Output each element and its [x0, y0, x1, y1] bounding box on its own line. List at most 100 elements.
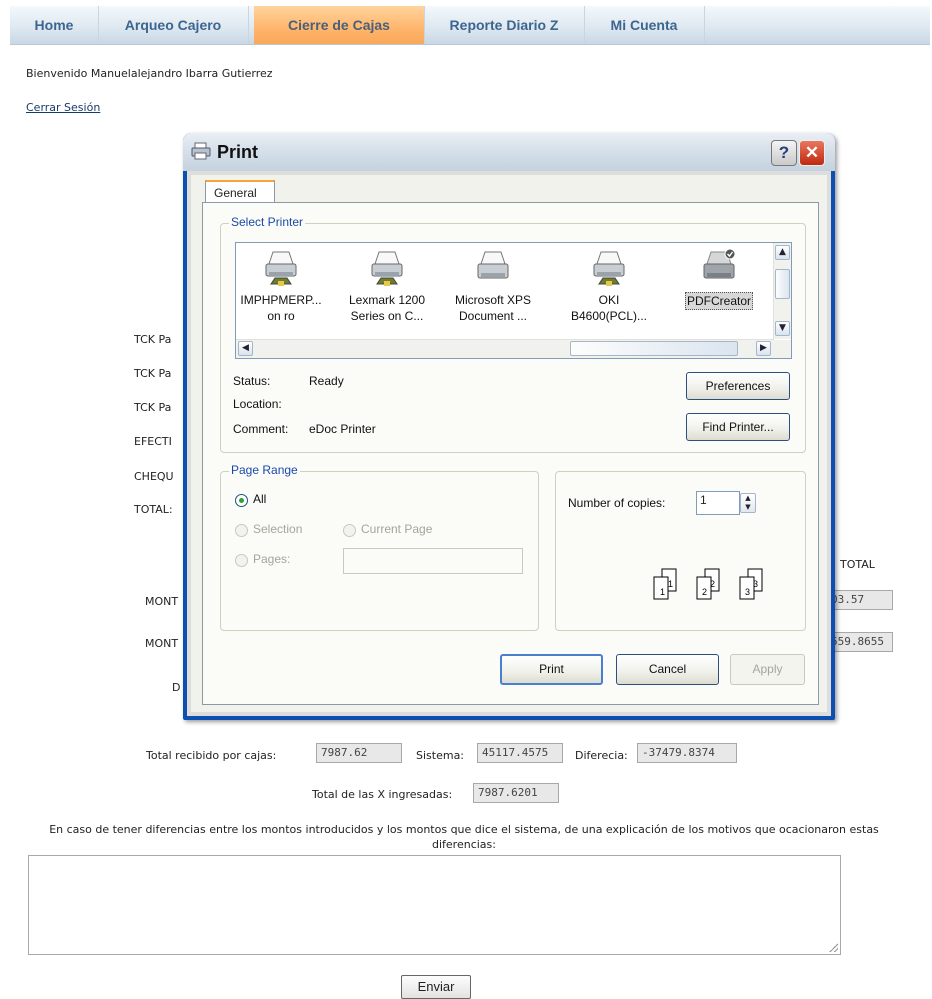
printer-item-oki[interactable]: OKI B4600(PCL)...: [566, 243, 652, 338]
network-printer-icon: [593, 251, 625, 286]
page-range-legend: Page Range: [229, 463, 300, 477]
find-printer-button[interactable]: Find Printer...: [686, 413, 790, 441]
send-button[interactable]: Enviar: [401, 975, 471, 999]
logout-link[interactable]: Cerrar Sesión: [26, 101, 100, 114]
welcome-text: Bienvenido Manuelalejandro Ibarra Gutier…: [26, 67, 273, 80]
col-header-total: TOTAL: [840, 558, 875, 571]
printer-list-vscroll[interactable]: ▲ ▼: [773, 243, 791, 339]
radio-current-page[interactable]: [343, 524, 356, 537]
dialog-titlebar[interactable]: Print ? ✕: [183, 133, 835, 171]
collate-digit: 2: [710, 579, 715, 589]
radio-pages[interactable]: [235, 554, 248, 567]
location-label: Location:: [233, 397, 282, 411]
collate-digit: 3: [753, 579, 758, 589]
vscroll-thumb[interactable]: [775, 269, 790, 299]
diferencia-field[interactable]: -37479.8374: [637, 743, 737, 763]
default-printer-icon: [703, 248, 736, 279]
pages-input[interactable]: [343, 548, 523, 574]
select-printer-group: Select Printer IMPHPMERP... on ro Lexmar…: [220, 215, 806, 453]
printer-item-pdfcreator[interactable]: PDFCreator: [676, 243, 762, 338]
row-label-tck-1: TCK Pa: [134, 333, 172, 346]
printer-item-lexmark[interactable]: Lexmark 1200 Series on C...: [344, 243, 430, 338]
dialog-body: General Select Printer IMPHPMERP... on r…: [191, 175, 827, 712]
printer-list[interactable]: IMPHPMERP... on ro Lexmark 1200 Series o…: [235, 242, 792, 359]
top-nav: Home Arqueo Cajero Cierre de Cajas Repor…: [10, 6, 930, 45]
printer-item-imphpmerp[interactable]: IMPHPMERP... on ro: [238, 243, 324, 338]
pages-label: Pages:: [253, 552, 291, 566]
current-page-label: Current Page: [361, 522, 433, 536]
cancel-button[interactable]: Cancel: [616, 654, 719, 685]
network-printer-icon: [265, 251, 297, 286]
selected-printer-name: PDFCreator: [684, 292, 753, 310]
printer-name-line1: IMPHPMERP...: [240, 293, 322, 307]
scroll-right-icon[interactable]: ▶: [756, 341, 771, 356]
tab-general[interactable]: General: [205, 180, 275, 202]
scroll-down-icon[interactable]: ▼: [775, 321, 790, 336]
printer-name-line1: OKI: [598, 293, 620, 307]
printer-list-hscroll[interactable]: ◀ ▶: [236, 339, 774, 358]
page-range-group: Page Range All Selection Current Page Pa…: [220, 463, 539, 631]
explanation-textarea[interactable]: [28, 855, 841, 955]
printer-name-line1: Lexmark 1200: [348, 293, 426, 307]
radio-all[interactable]: [235, 494, 248, 507]
nav-home[interactable]: Home: [10, 6, 99, 44]
hscroll-thumb[interactable]: [570, 341, 738, 356]
copies-label: Number of copies:: [568, 496, 666, 510]
row-label-total: TOTAL:: [134, 503, 173, 516]
printer-icon: [477, 251, 509, 279]
select-printer-legend: Select Printer: [229, 215, 306, 229]
total-recibido-label: Total recibido por cajas:: [146, 749, 277, 762]
printer-icon: [191, 142, 211, 160]
total-recibido-field[interactable]: 7987.62: [316, 743, 402, 763]
dialog-title: Print: [217, 142, 259, 162]
collate-digit: 1: [660, 587, 665, 597]
diferencia-label: Diferecia:: [575, 749, 628, 762]
print-dialog: Print ? ✕ General Select Printer IMPHPME…: [183, 133, 835, 720]
sistema-field[interactable]: 45117.4575: [477, 743, 563, 763]
instructions-text: En caso de tener diferencias entre los m…: [49, 823, 879, 851]
nav-arqueo-cajero[interactable]: Arqueo Cajero: [98, 6, 249, 44]
scroll-corner: [774, 340, 791, 358]
row-label-cheques: CHEQU: [134, 470, 174, 483]
scroll-left-icon[interactable]: ◀: [238, 341, 253, 356]
printer-item-microsoft-xps[interactable]: Microsoft XPS Document ...: [450, 243, 536, 338]
help-icon[interactable]: ?: [771, 140, 797, 166]
network-printer-icon: [371, 251, 403, 286]
monto-total-field-1[interactable]: 03.57: [826, 590, 893, 610]
resize-grip-icon[interactable]: [829, 943, 838, 952]
row-label-tck-3: TCK Pa: [134, 401, 172, 414]
radio-selection[interactable]: [235, 524, 248, 537]
copies-spinner-icon[interactable]: ▲ ▼: [740, 493, 756, 513]
selection-label: Selection: [253, 522, 303, 536]
collate-digit: 2: [702, 587, 707, 597]
status-value: Ready: [309, 374, 344, 388]
monto-label-2: MONT: [145, 637, 179, 650]
copies-input[interactable]: 1: [696, 491, 740, 515]
row-label-tck-2: TCK Pa: [134, 367, 172, 380]
apply-button[interactable]: Apply: [730, 654, 805, 685]
general-panel: Select Printer IMPHPMERP... on ro Lexmar…: [202, 202, 819, 705]
comment-value: eDoc Printer: [309, 422, 376, 436]
printer-name-line2: B4600(PCL)...: [570, 309, 648, 323]
status-label: Status:: [233, 374, 271, 388]
comment-label: Comment:: [233, 422, 289, 436]
preferences-button[interactable]: Preferences: [686, 372, 790, 400]
printer-name-line1: Microsoft XPS: [454, 293, 532, 307]
print-button[interactable]: Print: [500, 654, 603, 685]
monto-total-field-2[interactable]: 559.8655: [826, 632, 893, 652]
copies-group: Number of copies: 1 ▲ ▼ 1 1 2 2 3 3: [555, 471, 806, 631]
printer-name-line2: Series on C...: [350, 309, 424, 323]
total-x-field[interactable]: 7987.6201: [473, 783, 559, 803]
nav-reporte-diario-z[interactable]: Reporte Diario Z: [424, 6, 585, 44]
collate-digit: 1: [668, 579, 673, 589]
monto-label-1: MONT: [145, 595, 179, 608]
total-x-label: Total de las X ingresadas:: [312, 788, 453, 801]
scroll-up-icon[interactable]: ▲: [775, 245, 790, 260]
sistema-label: Sistema:: [416, 749, 465, 762]
nav-mi-cuenta[interactable]: Mi Cuenta: [584, 6, 705, 44]
printer-name-line2: on ro: [267, 309, 295, 323]
close-icon[interactable]: ✕: [799, 140, 825, 166]
printer-name-line2: Document ...: [458, 309, 528, 323]
all-label: All: [253, 492, 267, 506]
nav-cierre-de-cajas[interactable]: Cierre de Cajas: [254, 6, 425, 44]
